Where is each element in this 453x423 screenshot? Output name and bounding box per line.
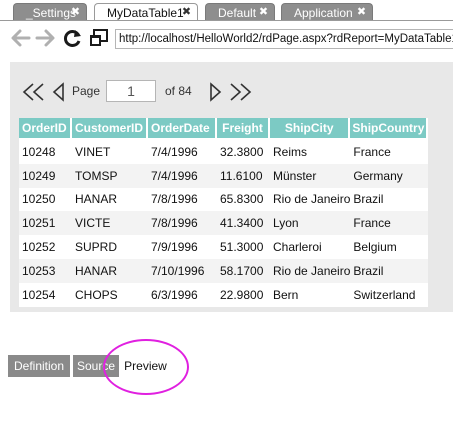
tab-mydatatable1[interactable]: MyDataTable1 bbox=[94, 3, 198, 21]
table-row: 10254 CHOPS 6/3/1996 22.9800 Bern Switzerland bbox=[19, 282, 429, 307]
tab-application[interactable]: Application bbox=[281, 3, 373, 21]
table-cell-orderdate: 7/10/1996 bbox=[148, 258, 217, 283]
table-cell-orderid: 10253 bbox=[19, 258, 72, 283]
table-cell-shipcountry: Switzerland bbox=[350, 282, 429, 307]
table-cell-freight: 51.3000 bbox=[217, 235, 270, 259]
close-icon[interactable] bbox=[258, 7, 269, 18]
page-count-label: of 84 bbox=[165, 84, 192, 98]
table-cell-orderdate: 7/8/1996 bbox=[148, 187, 217, 212]
browser-toolbar: http://localhost/HelloWorld2/rdPage.aspx… bbox=[0, 21, 453, 56]
table-cell-orderdate: 7/4/1996 bbox=[148, 163, 217, 188]
table-cell-shipcountry: Belgium bbox=[350, 235, 429, 259]
pager: Page of 84 bbox=[22, 80, 322, 104]
close-icon[interactable] bbox=[70, 7, 81, 18]
table-cell-shipcity: Lyon bbox=[270, 211, 351, 236]
column-header-customerid[interactable]: CustomerID bbox=[72, 118, 148, 140]
page-label: Page bbox=[72, 84, 101, 98]
page-number-input[interactable] bbox=[106, 80, 156, 102]
tab-source[interactable]: Source bbox=[73, 355, 119, 377]
table-cell-customerid: CHOPS bbox=[72, 282, 148, 307]
close-icon[interactable] bbox=[356, 7, 367, 18]
column-header-freight[interactable]: Freight bbox=[217, 118, 270, 140]
tab-preview[interactable]: Preview bbox=[119, 355, 172, 377]
table-cell-shipcity: Rio de Janeiro bbox=[270, 258, 351, 283]
table-cell-orderdate: 6/3/1996 bbox=[148, 282, 217, 307]
table-cell-customerid: VICTE bbox=[72, 211, 148, 236]
refresh-icon[interactable] bbox=[62, 28, 84, 48]
table-cell-shipcountry: Brazil bbox=[350, 258, 429, 283]
table-cell-shipcountry: France bbox=[350, 211, 429, 236]
table-cell-shipcountry: Germany bbox=[350, 163, 429, 188]
previous-page-icon[interactable] bbox=[52, 82, 66, 102]
table-cell-orderdate: 7/8/1996 bbox=[148, 211, 217, 236]
table-cell-customerid: HANAR bbox=[72, 258, 148, 283]
tab-label: _Settings bbox=[26, 6, 77, 20]
url-address-input[interactable]: http://localhost/HelloWorld2/rdPage.aspx… bbox=[115, 29, 453, 49]
table-header-row: OrderID CustomerID OrderDate Freight Shi… bbox=[19, 118, 429, 140]
table-cell-shipcity: Reims bbox=[270, 140, 351, 164]
column-header-orderid[interactable]: OrderID bbox=[19, 118, 72, 140]
table-cell-shipcity: Bern bbox=[270, 282, 351, 307]
table-cell-customerid: TOMSP bbox=[72, 163, 148, 188]
table-cell-orderid: 10248 bbox=[19, 140, 72, 164]
tab-label: MyDataTable1 bbox=[107, 6, 184, 20]
table-cell-shipcountry: Brazil bbox=[350, 187, 429, 212]
table-cell-orderid: 10251 bbox=[19, 211, 72, 236]
table-row: 10253 HANAR 7/10/1996 58.1700 Rio de Janeiro… bbox=[19, 258, 429, 283]
column-header-shipcountry[interactable]: ShipCountry bbox=[350, 118, 429, 140]
report-preview-panel: Page of 84 OrderID CustomerID OrderDate … bbox=[10, 62, 453, 312]
table-cell-shipcountry: France bbox=[350, 140, 429, 164]
table-cell-freight: 22.9800 bbox=[217, 282, 270, 307]
table-cell-shipcity: Charleroi bbox=[270, 235, 351, 259]
table-row: 10251 VICTE 7/8/1996 41.3400 Lyon France bbox=[19, 211, 429, 236]
new-window-icon[interactable] bbox=[88, 28, 110, 48]
tab-definition[interactable]: Definition bbox=[8, 355, 70, 377]
table-cell-orderid: 10250 bbox=[19, 187, 72, 212]
table-cell-orderdate: 7/4/1996 bbox=[148, 140, 217, 164]
tab-default[interactable]: Default bbox=[205, 3, 275, 21]
next-page-icon[interactable] bbox=[208, 82, 222, 102]
table-row: 10248 VINET 7/4/1996 32.3800 Reims France bbox=[19, 140, 429, 164]
last-page-icon[interactable] bbox=[228, 82, 252, 102]
table-cell-customerid: SUPRD bbox=[72, 235, 148, 259]
table-cell-freight: 41.3400 bbox=[217, 211, 270, 236]
close-icon[interactable] bbox=[181, 7, 192, 18]
first-page-icon[interactable] bbox=[22, 82, 46, 102]
table-cell-shipcity: Münster bbox=[270, 163, 351, 188]
table-cell-customerid: HANAR bbox=[72, 187, 148, 212]
tab-label: Application bbox=[294, 6, 353, 20]
forward-arrow-icon[interactable] bbox=[35, 28, 57, 48]
table-row: 10252 SUPRD 7/9/1996 51.3000 Charleroi Belgiu… bbox=[19, 235, 429, 259]
table-cell-freight: 58.1700 bbox=[217, 258, 270, 283]
table-cell-orderdate: 7/9/1996 bbox=[148, 235, 217, 259]
document-tab-strip: _Settings MyDataTable1 Default Applicati… bbox=[0, 0, 453, 22]
table-cell-customerid: VINET bbox=[72, 140, 148, 164]
table-row: 10250 HANAR 7/8/1996 65.8300 Rio de Janeiro B… bbox=[19, 187, 429, 212]
table-cell-orderid: 10252 bbox=[19, 235, 72, 259]
table-cell-freight: 11.6100 bbox=[217, 163, 270, 188]
column-header-shipcity[interactable]: ShipCity bbox=[270, 118, 351, 140]
back-arrow-icon[interactable] bbox=[9, 28, 31, 48]
table-cell-orderid: 10249 bbox=[19, 163, 72, 188]
tab-settings[interactable]: _Settings bbox=[13, 3, 87, 21]
table-body: 10248 VINET 7/4/1996 32.3800 Reims France 1024… bbox=[19, 140, 429, 307]
column-header-orderdate[interactable]: OrderDate bbox=[148, 118, 217, 140]
tab-label: Default bbox=[218, 6, 257, 20]
data-table: OrderID CustomerID OrderDate Freight Shi… bbox=[19, 118, 429, 307]
table-cell-freight: 32.3800 bbox=[217, 140, 270, 164]
table-cell-orderid: 10254 bbox=[19, 282, 72, 307]
table-cell-shipcity: Rio de Janeiro bbox=[270, 187, 351, 212]
table-row: 10249 TOMSP 7/4/1996 11.6100 Münster Germany bbox=[19, 163, 429, 188]
table-cell-freight: 65.8300 bbox=[217, 187, 270, 212]
